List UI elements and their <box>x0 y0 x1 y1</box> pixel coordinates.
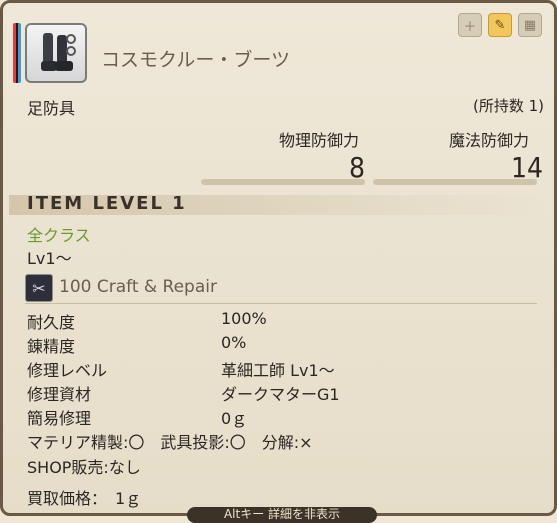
attr-quick-repair-label: 簡易修理 <box>27 409 92 428</box>
item-tooltip-panel: ＋ ✎ ▦ コスモクルー・ブーツ 足防具 (所持数 1) 物理防御力 8 魔法防… <box>0 0 557 523</box>
plus-icon[interactable]: ＋ <box>458 13 482 37</box>
section-divider <box>25 303 537 304</box>
boots-icon <box>25 23 87 83</box>
attr-spiritbond-value: 0% <box>221 333 247 352</box>
boot-glyph <box>41 33 76 71</box>
item-flags: マテリア精製:〇 武具投影:〇 分解:× <box>27 433 313 452</box>
owned-count: (所持数 1) <box>472 97 544 115</box>
attr-durability-value: 100% <box>221 309 267 328</box>
craft-repair-label: 100 Craft & Repair <box>59 277 217 297</box>
attr-repair-material-value: ダークマターG1 <box>221 385 340 404</box>
item-icon-frame <box>13 23 89 87</box>
magic-defense-bar <box>373 179 537 185</box>
needle-thread-icon: ✂ <box>25 274 53 302</box>
glamour-icon[interactable]: ✎ <box>488 13 512 37</box>
physical-defense-bar <box>201 179 365 185</box>
physical-defense-label: 物理防御力 <box>279 131 360 150</box>
tooltip-top-icons: ＋ ✎ ▦ <box>458 13 542 37</box>
attr-repair-level-value: 革細工師 Lv1～ <box>221 361 335 380</box>
shop-sellable: SHOP販売:なし <box>27 458 141 477</box>
sell-price: 買取価格： 1ｇ <box>27 489 142 508</box>
equippable-classes: 全クラス <box>27 226 91 245</box>
attr-quick-repair-value: 0ｇ <box>221 409 248 428</box>
level-requirement: Lv1～ <box>27 249 72 268</box>
attr-spiritbond-label: 錬精度 <box>27 337 76 356</box>
item-name: コスモクルー・ブーツ <box>101 49 291 71</box>
magic-defense-label: 魔法防御力 <box>449 131 530 150</box>
rarity-indicator <box>13 23 21 83</box>
toggle-details-hint: Altキー 詳細を非表示 <box>187 507 377 523</box>
attr-repair-level-label: 修理レベル <box>27 361 108 380</box>
attr-durability-label: 耐久度 <box>27 313 76 332</box>
item-level: ITEM LEVEL 1 <box>27 193 187 214</box>
item-slot: 足防具 <box>27 99 76 118</box>
equip-icon[interactable]: ▦ <box>518 13 542 37</box>
attr-repair-material-label: 修理資材 <box>27 385 92 404</box>
